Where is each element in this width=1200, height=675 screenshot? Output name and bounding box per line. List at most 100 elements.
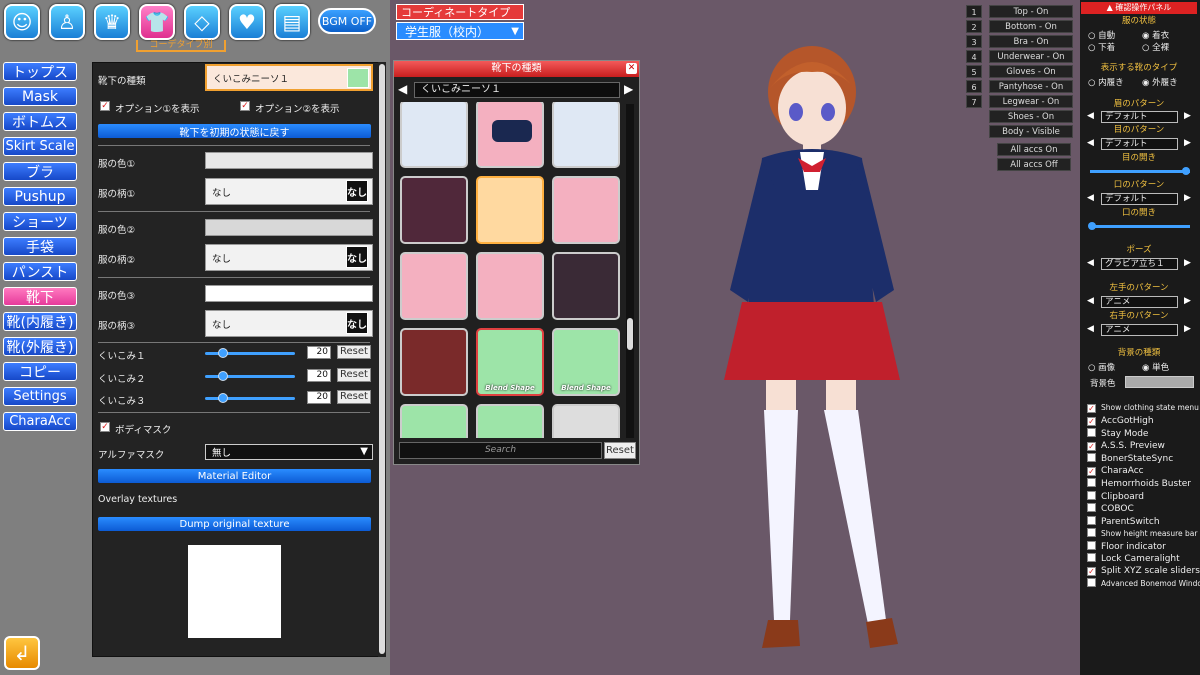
prev-arrow-icon[interactable]: ◀ — [398, 82, 407, 96]
reset-state-button[interactable]: 靴下を初期の状態に戻す — [98, 124, 371, 139]
picker-scrollbar[interactable] — [626, 104, 634, 438]
slider-reset-button[interactable]: Reset — [337, 368, 371, 382]
radio-auto[interactable]: ○ 自動 — [1088, 29, 1115, 41]
all-accs-on-button[interactable]: All accs On — [997, 143, 1071, 156]
next-arrow-icon[interactable]: ▶ — [1184, 324, 1191, 334]
clothing-state-button[interactable]: Top - On — [989, 5, 1073, 18]
radio-bg-solid[interactable]: ◉ 単色 — [1142, 361, 1169, 373]
socks-type-field[interactable]: くいこみニーソ１ — [205, 64, 373, 91]
picker-item[interactable] — [476, 252, 544, 320]
next-arrow-icon[interactable]: ▶ — [624, 82, 633, 96]
coordinate-type-dropdown[interactable]: 学生服（校内） ▼ — [396, 22, 524, 40]
plugin-toggle[interactable]: Show height measure bar — [1087, 528, 1197, 538]
plugin-toggle[interactable]: ✓ CharaAcc — [1087, 466, 1144, 476]
back-arrow-icon[interactable]: ↲ — [4, 636, 40, 670]
slider-value-input[interactable]: 20 — [307, 391, 331, 404]
plugin-toggle[interactable]: Lock Cameralight — [1087, 553, 1180, 564]
picker-item[interactable] — [400, 102, 468, 168]
plugin-toggle[interactable]: ✓ AccGotHigh — [1087, 416, 1154, 426]
radio-nude[interactable]: ○ 全裸 — [1142, 41, 1169, 53]
radio-wear[interactable]: ◉ 着衣 — [1142, 29, 1169, 41]
nav-button-8[interactable]: パンスト — [3, 262, 77, 281]
face-icon[interactable]: ☺ — [4, 4, 40, 40]
plugin-toggle[interactable]: Stay Mode — [1087, 428, 1148, 439]
plugin-toggle[interactable]: ParentSwitch — [1087, 515, 1160, 527]
hair-icon[interactable]: ♛ — [94, 4, 130, 40]
nav-button-10[interactable]: 靴(内履き) — [3, 312, 77, 331]
bodymask-checkbox[interactable]: ✓ — [100, 422, 110, 432]
nav-button-2[interactable]: ボトムス — [3, 112, 77, 131]
clothing-state-button[interactable]: Legwear - On — [989, 95, 1073, 108]
mouth-open-knob[interactable] — [1088, 222, 1096, 230]
clothing-state-button[interactable]: Body - Visible — [989, 125, 1073, 138]
checkbox[interactable] — [1087, 428, 1096, 437]
slider-knob[interactable] — [218, 393, 228, 403]
radio-outside-shoes[interactable]: ◉ 外履き — [1142, 76, 1178, 88]
prev-arrow-icon[interactable]: ◀ — [1087, 111, 1094, 121]
checkbox[interactable] — [1087, 553, 1096, 562]
heart-icon[interactable]: ♥ — [229, 4, 265, 40]
close-icon[interactable]: ✕ — [626, 63, 637, 74]
prev-arrow-icon[interactable]: ◀ — [1087, 258, 1094, 268]
prev-arrow-icon[interactable]: ◀ — [1087, 296, 1094, 306]
mouth-select[interactable]: デフォルト — [1101, 193, 1178, 205]
checkbox[interactable] — [1087, 578, 1096, 587]
alphamask-dropdown[interactable]: 無し ▼ — [205, 444, 373, 460]
prev-arrow-icon[interactable]: ◀ — [1087, 138, 1094, 148]
nav-button-4[interactable]: ブラ — [3, 162, 77, 181]
clothing-state-button[interactable]: Bottom - On — [989, 20, 1073, 33]
checkbox[interactable]: ✓ — [1087, 566, 1096, 576]
prev-arrow-icon[interactable]: ◀ — [1087, 193, 1094, 203]
plugin-toggle[interactable]: Floor indicator — [1087, 540, 1166, 552]
checkbox[interactable] — [1087, 503, 1096, 512]
clothing-state-button[interactable]: Bra - On — [989, 35, 1073, 48]
next-arrow-icon[interactable]: ▶ — [1184, 193, 1191, 203]
picker-item[interactable] — [552, 252, 620, 320]
checkbox[interactable] — [1087, 528, 1096, 537]
right-hand-select[interactable]: アニメ — [1101, 324, 1178, 336]
nav-button-5[interactable]: Pushup — [3, 187, 77, 206]
eye-open-knob[interactable] — [1182, 167, 1190, 175]
nav-button-1[interactable]: Mask — [3, 87, 77, 106]
pattern2-none-button[interactable]: なし — [346, 246, 368, 268]
next-arrow-icon[interactable]: ▶ — [1184, 111, 1191, 121]
plugin-toggle[interactable]: Clipboard — [1087, 490, 1144, 502]
picker-item[interactable] — [400, 252, 468, 320]
slider-reset-button[interactable]: Reset — [337, 390, 371, 404]
picker-item[interactable] — [552, 404, 620, 438]
clothing-state-button[interactable]: Underwear - On — [989, 50, 1073, 63]
nav-button-13[interactable]: Settings — [3, 387, 77, 406]
next-arrow-icon[interactable]: ▶ — [1184, 258, 1191, 268]
document-icon[interactable]: ▤ — [274, 4, 310, 40]
radio-underwear[interactable]: ○ 下着 — [1088, 41, 1115, 53]
radio-inside-shoes[interactable]: ○ 内履き — [1088, 76, 1124, 88]
clothing-state-button[interactable]: Shoes - On — [989, 110, 1073, 123]
nav-button-12[interactable]: コピー — [3, 362, 77, 381]
next-arrow-icon[interactable]: ▶ — [1184, 296, 1191, 306]
slider-value-input[interactable]: 20 — [307, 369, 331, 382]
nav-button-11[interactable]: 靴(外履き) — [3, 337, 77, 356]
body-icon[interactable]: ♙ — [49, 4, 85, 40]
nav-button-9[interactable]: 靴下 — [3, 287, 77, 306]
material-editor-button[interactable]: Material Editor — [98, 469, 371, 483]
nav-button-0[interactable]: トップス — [3, 62, 77, 81]
left-hand-select[interactable]: アニメ — [1101, 296, 1178, 308]
color1-swatch[interactable] — [205, 152, 373, 169]
mouth-open-slider[interactable] — [1090, 225, 1190, 228]
checkbox[interactable]: ✓ — [1087, 416, 1096, 426]
picker-item[interactable] — [400, 404, 468, 438]
eye-select[interactable]: デフォルト — [1101, 138, 1178, 150]
picker-item[interactable] — [400, 176, 468, 244]
pose-select[interactable]: グラビア立ち１ — [1101, 258, 1178, 270]
plugin-toggle[interactable]: ✓ A.S.S. Preview — [1087, 441, 1165, 451]
eye-open-slider[interactable] — [1090, 170, 1190, 173]
all-accs-off-button[interactable]: All accs Off — [997, 158, 1071, 171]
option2-checkbox[interactable]: ✓ — [240, 101, 250, 111]
plugin-toggle[interactable]: COBOC — [1087, 503, 1134, 514]
checkbox[interactable]: ✓ — [1087, 404, 1096, 413]
plugin-toggle[interactable]: Hemorrhoids Buster — [1087, 478, 1191, 489]
picker-item[interactable] — [476, 102, 544, 168]
next-arrow-icon[interactable]: ▶ — [1184, 138, 1191, 148]
search-reset-button[interactable]: Reset — [604, 442, 636, 459]
accessory-icon[interactable]: ◇ — [184, 4, 220, 40]
